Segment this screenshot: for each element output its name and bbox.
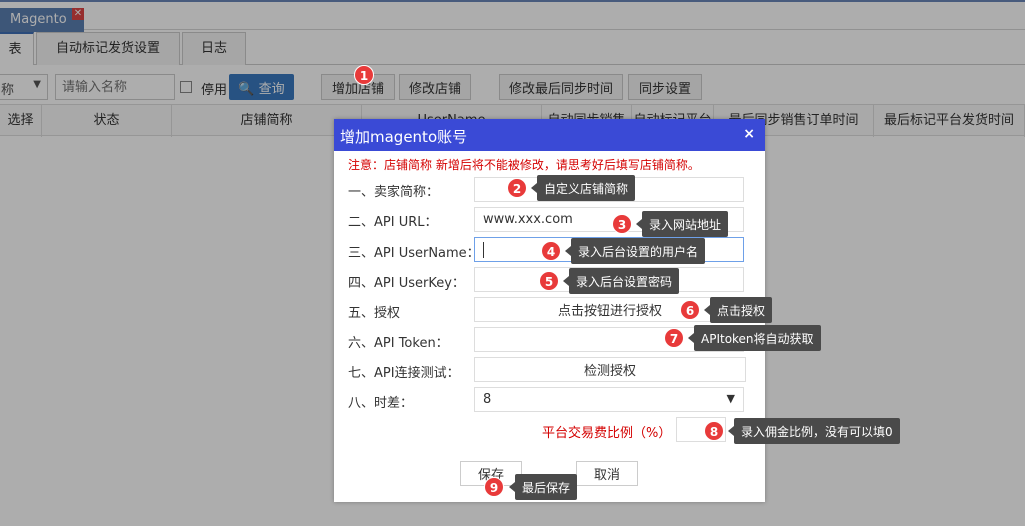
notice-text: 注意：店铺简称 新增后将不能被修改，请思考好后填写店铺简称。 [348, 158, 700, 172]
callout-tip-2: 自定义店铺简称 [530, 175, 636, 201]
callout-badge-6: 6 [680, 300, 700, 320]
callout-badge-4: 4 [541, 241, 561, 261]
api-test-label: 七、API连接测试： [348, 366, 460, 381]
api-username-label: 三、API UserName： [348, 246, 480, 261]
close-icon[interactable]: × [743, 126, 755, 142]
api-userkey-label: 四、API UserKey： [348, 276, 465, 291]
api-test-button[interactable]: 检测授权 [474, 357, 746, 382]
callout-tip-8: 录入佣金比例，没有可以填0 [728, 418, 900, 444]
dialog-title: 增加magento账号 [340, 128, 468, 146]
authorize-label: 五、授权 [348, 306, 401, 321]
fee-ratio-label: 平台交易费比例（%） [542, 426, 672, 441]
callout-badge-8: 8 [704, 421, 724, 441]
callout-tip-4: 录入后台设置的用户名 [564, 238, 706, 264]
callout-badge-5: 5 [539, 271, 559, 291]
text-cursor [483, 242, 484, 258]
callout-badge-2: 2 [507, 178, 527, 198]
callout-tip-3: 录入网站地址 [635, 211, 729, 237]
dialog-header: 增加magento账号 × [334, 119, 765, 151]
seller-name-label: 一、卖家简称： [348, 185, 440, 200]
callout-badge-9: 9 [484, 477, 504, 497]
callout-tip-9: 最后保存 [508, 474, 578, 500]
callout-tip-5: 录入后台设置密码 [562, 268, 680, 294]
api-token-label: 六、API Token： [348, 336, 449, 351]
callout-badge-3: 3 [612, 214, 632, 234]
chevron-down-icon: ▼ [726, 392, 735, 405]
api-url-label: 二、API URL： [348, 215, 438, 230]
timezone-value: 8 [483, 392, 492, 407]
timezone-label: 八、时差： [348, 396, 414, 411]
callout-badge-1: 1 [354, 65, 374, 85]
callout-tip-6: 点击授权 [703, 297, 773, 323]
callout-badge-7: 7 [664, 328, 684, 348]
callout-tip-7: APItoken将自动获取 [688, 325, 821, 351]
timezone-select[interactable]: 8 ▼ [474, 387, 744, 412]
cancel-button[interactable]: 取消 [576, 461, 638, 486]
